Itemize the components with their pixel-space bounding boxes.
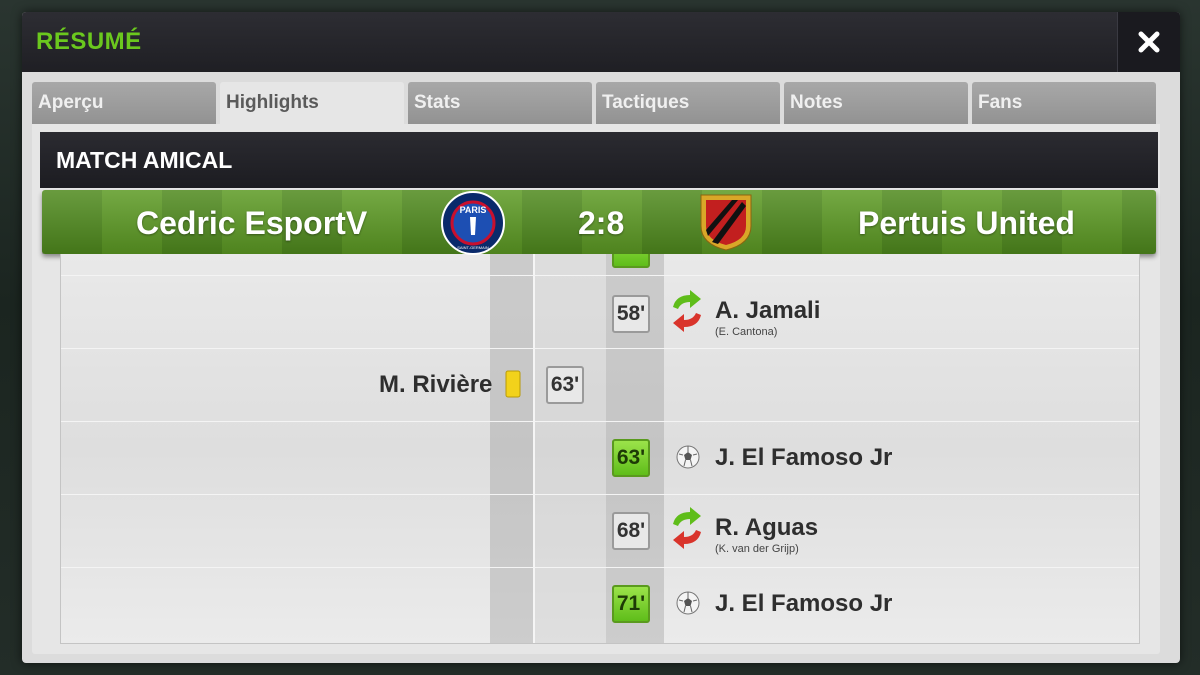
event-row: 58' A. Jamali (E. Cantona) xyxy=(61,275,1139,349)
event-minute: 68' xyxy=(612,512,650,550)
event-minute-partial xyxy=(612,254,650,268)
event-player: A. Jamali xyxy=(715,297,821,324)
modal-header: RÉSUMÉ xyxy=(22,12,1180,72)
event-player-sub: (K. van der Grijp) xyxy=(715,543,799,555)
home-team-crest-icon: PARIS SAINT-GERMAIN xyxy=(441,191,505,255)
modal-title: RÉSUMÉ xyxy=(36,28,142,55)
event-minute: 58' xyxy=(612,295,650,333)
event-player: J. El Famoso Jr xyxy=(715,590,893,617)
event-row: 63' J. El Famoso Jr xyxy=(61,421,1139,495)
ball-icon xyxy=(676,591,700,615)
match-score: 2:8 xyxy=(578,205,625,241)
event-row: 71' J. El Famoso Jr xyxy=(61,567,1139,641)
close-button[interactable] xyxy=(1117,12,1180,72)
match-type-header: MATCH AMICAL xyxy=(40,132,1158,188)
event-row: 68' R. Aguas (K. van der Grijp) xyxy=(61,494,1139,568)
ball-icon xyxy=(676,445,700,469)
event-player-sub: (E. Cantona) xyxy=(715,326,778,338)
substitution-icon xyxy=(673,507,701,549)
tab-highlights[interactable]: Highlights xyxy=(220,82,404,128)
tab-apercu[interactable]: Aperçu xyxy=(32,82,216,124)
away-team-crest-icon xyxy=(700,194,752,251)
tab-tactiques[interactable]: Tactiques xyxy=(596,82,780,124)
event-player: J. El Famoso Jr xyxy=(715,444,893,471)
event-minute: 63' xyxy=(612,439,650,477)
scoreboard: Cedric EsportV PARIS SAINT-GERMAIN 2:8 P… xyxy=(42,190,1156,255)
tab-notes[interactable]: Notes xyxy=(784,82,968,124)
events-list: 58' A. Jamali (E. Cantona) M. Rivière 63… xyxy=(60,254,1140,644)
match-type: MATCH AMICAL xyxy=(56,147,233,173)
event-row: M. Rivière 63' xyxy=(61,348,1139,422)
event-minute: 63' xyxy=(546,366,584,404)
highlights-panel: MATCH AMICAL Cedric EsportV PARIS SAINT-… xyxy=(32,124,1160,654)
event-minute: 71' xyxy=(612,585,650,623)
event-player: M. Rivière xyxy=(379,371,493,398)
summary-modal: RÉSUMÉ Aperçu Highlights Stats Tactiques… xyxy=(22,12,1180,663)
event-player: R. Aguas xyxy=(715,514,819,541)
home-crest-text: PARIS xyxy=(460,205,487,215)
tab-bar: Aperçu Highlights Stats Tactiques Notes … xyxy=(32,82,1160,128)
home-team-name: Cedric EsportV xyxy=(136,205,368,241)
substitution-icon xyxy=(673,290,701,332)
close-icon xyxy=(1138,31,1160,53)
home-crest-subtext: SAINT-GERMAIN xyxy=(457,245,489,250)
away-team-name: Pertuis United xyxy=(858,205,1075,241)
yellow-card-icon xyxy=(505,370,521,398)
tab-stats[interactable]: Stats xyxy=(408,82,592,124)
tab-fans[interactable]: Fans xyxy=(972,82,1156,124)
